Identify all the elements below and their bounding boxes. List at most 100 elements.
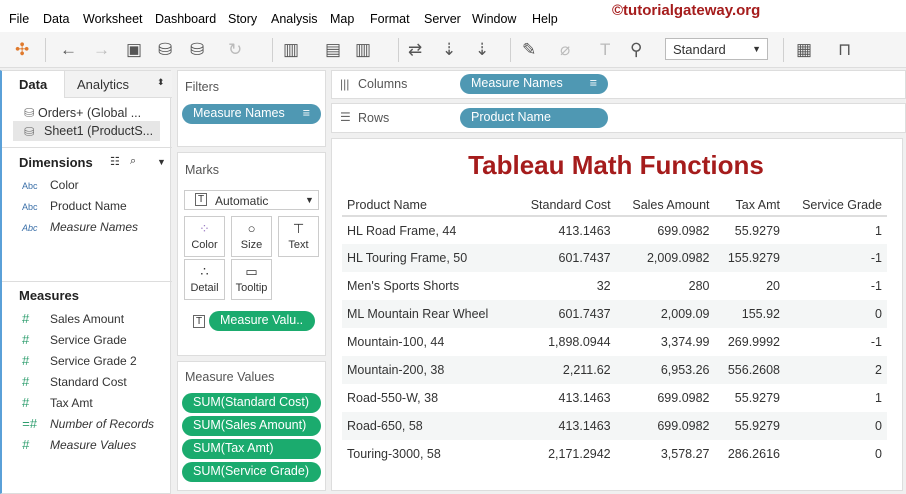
dimension-measure-names[interactable]: Abc Measure Names: [22, 220, 138, 234]
forward-icon[interactable]: →: [93, 40, 110, 60]
divider: [510, 38, 511, 62]
dimension-color[interactable]: Abc Color: [22, 178, 79, 192]
table-row[interactable]: ML Mountain Rear Wheel 601.7437 2,009.09 15…: [342, 300, 887, 328]
columns-pill-measure-names[interactable]: Measure Names ≡: [460, 74, 608, 94]
clear-sheet-icon[interactable]: ▥: [355, 40, 371, 60]
cell-value: 556.2608: [714, 356, 785, 384]
rows-pill-product-name[interactable]: Product Name: [460, 108, 608, 128]
menu-story[interactable]: Story: [228, 12, 257, 26]
marks-tooltip-button[interactable]: ▭ Tooltip: [231, 259, 272, 300]
menu-server[interactable]: Server: [424, 12, 461, 26]
measure-service-grade-2[interactable]: # Service Grade 2: [22, 353, 137, 368]
table-row[interactable]: Men's Sports Shorts 32 280 20 -1: [342, 272, 887, 300]
dimension-product-name[interactable]: Abc Product Name: [22, 199, 127, 213]
datasource-sheet1[interactable]: ⛁ Sheet1 (ProductS...: [13, 121, 160, 141]
marks-text-button[interactable]: ⊤ Text: [278, 216, 319, 257]
list-view-icon[interactable]: ☷: [110, 155, 120, 168]
marks-pill-measure-values[interactable]: Measure Valu..: [209, 311, 315, 331]
dropdown-icon[interactable]: ▼: [157, 157, 166, 167]
mark-type-value: Automatic: [215, 194, 269, 208]
pill-label: Measure Names: [471, 76, 563, 90]
measure-number-of-records[interactable]: =# Number of Records: [22, 416, 154, 431]
pin-icon[interactable]: ⚲: [630, 40, 642, 60]
measure-standard-cost[interactable]: # Standard Cost: [22, 374, 127, 389]
menu-window[interactable]: Window: [472, 12, 516, 26]
table-row[interactable]: Road-550-W, 38 413.1463 699.0982 55.9279 1: [342, 384, 887, 412]
refresh-icon[interactable]: ↻: [228, 40, 242, 60]
header-standard-cost[interactable]: Standard Cost: [513, 194, 616, 217]
menu-analysis[interactable]: Analysis: [271, 12, 318, 26]
table-row[interactable]: Touring-3000, 58 2,171.2942 3,578.27 286.26…: [342, 440, 887, 468]
field-label: Tax Amt: [50, 396, 93, 410]
menu-format[interactable]: Format: [370, 12, 410, 26]
header-product-name[interactable]: Product Name: [342, 194, 514, 217]
menu-file[interactable]: File: [9, 12, 29, 26]
measure-value-pill[interactable]: SUM(Standard Cost): [182, 393, 321, 413]
field-label: Service Grade 2: [50, 354, 137, 368]
cell-value: 1: [875, 391, 882, 405]
marks-color-button[interactable]: ⁘ Color: [184, 216, 225, 257]
number-icon: #: [22, 437, 30, 452]
marks-detail-button[interactable]: ∴ Detail: [184, 259, 225, 300]
measure-measure-values[interactable]: # Measure Values: [22, 437, 136, 452]
sort-ascending-icon[interactable]: ⇣: [442, 40, 456, 60]
table-row[interactable]: Mountain-200, 38 2,211.62 6,953.26 556.2608…: [342, 356, 887, 384]
cell-value: -1: [870, 279, 882, 293]
measure-value-pill[interactable]: SUM(Sales Amount): [182, 416, 321, 436]
datasource-orders[interactable]: ⛁ Orders+ (Global ...: [24, 105, 141, 120]
pill-label: SUM(Tax Amt): [193, 441, 274, 455]
cell-value: 2,171.2942: [548, 447, 611, 461]
rows-shelf[interactable]: ☰ Rows Product Name: [331, 103, 906, 133]
chevron-down-icon: ▼: [305, 195, 314, 205]
menu-dashboard[interactable]: Dashboard: [155, 12, 216, 26]
cell-product-name: HL Touring Frame, 50: [342, 244, 514, 272]
tab-data[interactable]: Data: [2, 71, 64, 98]
filter-pill-measure-names[interactable]: Measure Names ≡: [182, 104, 321, 124]
columns-shelf[interactable]: ||| Columns Measure Names ≡: [331, 70, 906, 99]
menu-data[interactable]: Data: [43, 12, 69, 26]
cell-value: 55.9279: [714, 412, 785, 440]
show-me-icon[interactable]: ▦: [796, 40, 812, 60]
pause-updates-icon[interactable]: ⛁: [190, 40, 204, 60]
back-icon[interactable]: ←: [60, 40, 77, 60]
mark-type-select[interactable]: T Automatic ▼: [184, 190, 319, 210]
group-icon[interactable]: ⌀: [560, 40, 570, 60]
table-row[interactable]: HL Touring Frame, 50 601.7437 2,009.0982 15…: [342, 244, 887, 272]
sort-icon: ≡: [302, 106, 310, 120]
measure-value-pill[interactable]: SUM(Service Grade): [182, 462, 321, 482]
header-sales-amount[interactable]: Sales Amount: [615, 194, 715, 217]
measure-sales-amount[interactable]: # Sales Amount: [22, 311, 124, 326]
cell-value: 699.0982: [657, 223, 710, 238]
menu-map[interactable]: Map: [330, 12, 354, 26]
menu-worksheet[interactable]: Worksheet: [83, 12, 143, 26]
labels-icon[interactable]: T: [600, 40, 610, 60]
tableau-logo-icon[interactable]: ✣: [15, 40, 29, 60]
header-tax-amt[interactable]: Tax Amt: [714, 194, 785, 217]
cell-value: 699.0982: [615, 412, 715, 440]
measure-tax-amt[interactable]: # Tax Amt: [22, 395, 93, 410]
duplicate-sheet-icon[interactable]: ▤: [325, 40, 341, 60]
search-icon[interactable]: ⌕: [130, 155, 136, 168]
menu-help[interactable]: Help: [532, 12, 558, 26]
tab-analytics[interactable]: Analytics ⬍: [64, 71, 172, 98]
table-row[interactable]: HL Road Frame, 44 413.1463 699.0982 55.9279…: [342, 216, 887, 244]
new-worksheet-icon[interactable]: ▥: [283, 40, 299, 60]
table-row[interactable]: Mountain-100, 44 1,898.0944 3,374.99 269.99…: [342, 328, 887, 356]
fit-select[interactable]: Standard ▼: [665, 38, 768, 60]
swap-icon[interactable]: ⇄: [408, 40, 422, 60]
presentation-icon[interactable]: ⊓: [838, 40, 851, 60]
measure-service-grade[interactable]: # Service Grade: [22, 332, 127, 347]
pill-label: SUM(Service Grade): [193, 464, 309, 478]
highlight-icon[interactable]: ✎: [522, 40, 536, 60]
table-row[interactable]: Road-650, 58 413.1463 699.0982 55.9279 0: [342, 412, 887, 440]
cell-value: 699.0982: [657, 391, 710, 405]
detail-icon: ∴: [200, 264, 209, 279]
text-icon: ⊤: [292, 221, 305, 236]
cell-value: 3,374.99: [660, 335, 710, 349]
sort-descending-icon[interactable]: ⇣: [475, 40, 489, 60]
measure-value-pill[interactable]: SUM(Tax Amt): [182, 439, 321, 459]
marks-size-button[interactable]: ○ Size: [231, 216, 272, 257]
save-icon[interactable]: ▣: [126, 40, 142, 60]
new-datasource-icon[interactable]: ⛁: [158, 40, 172, 60]
header-service-grade[interactable]: Service Grade: [784, 194, 887, 217]
